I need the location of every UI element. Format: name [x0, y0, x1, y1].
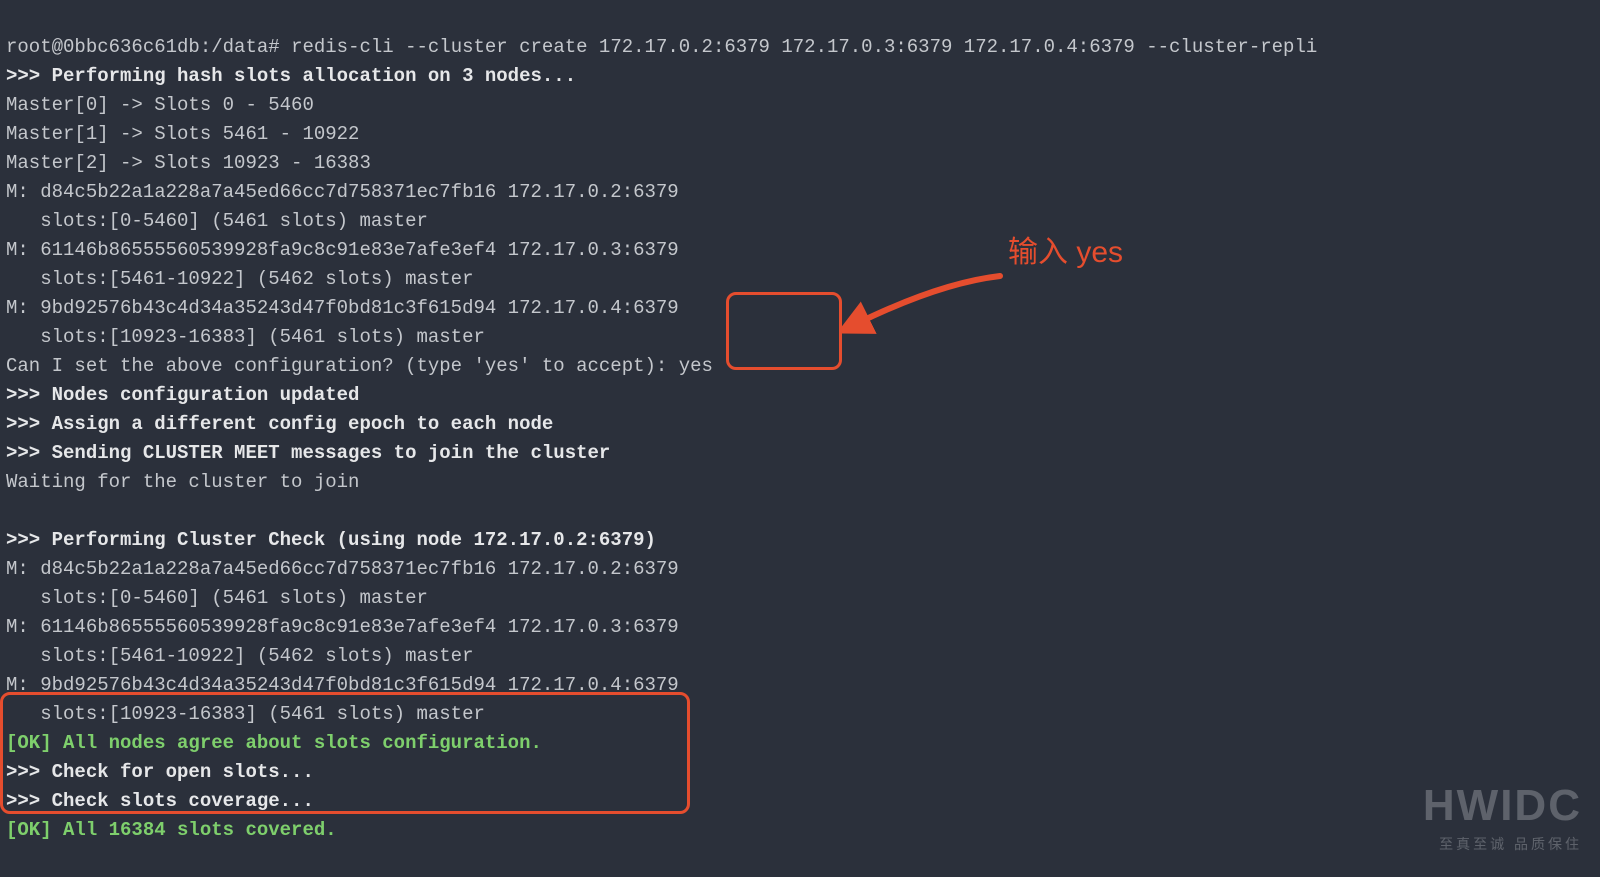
master-1: Master[1] -> Slots 5461 - 10922 [6, 123, 359, 145]
c1-node: M: d84c5b22a1a228a7a45ed66cc7d758371ec7f… [6, 558, 679, 580]
assign-epoch: >>> Assign a different config epoch to e… [6, 413, 553, 435]
master-0: Master[0] -> Slots 0 - 5460 [6, 94, 314, 116]
watermark-tagline: 至真至诚 品质保住 [1423, 830, 1582, 859]
c2-node: M: 61146b86555560539928fa9c8c91e83e7afe3… [6, 616, 679, 638]
prompt-cwd: /data [211, 36, 268, 58]
terminal[interactable]: root@0bbc636c61db:/data# redis-cli --clu… [6, 4, 1317, 845]
m2-slots: slots:[5461-10922] (5462 slots) master [6, 268, 473, 290]
m1-node: M: d84c5b22a1a228a7a45ed66cc7d758371ec7f… [6, 181, 679, 203]
prompt-line[interactable]: root@0bbc636c61db:/data# redis-cli --clu… [6, 36, 1317, 58]
c2-slots: slots:[5461-10922] (5462 slots) master [6, 645, 473, 667]
ok-agree: [OK] All nodes agree about slots configu… [6, 732, 542, 754]
master-2: Master[2] -> Slots 10923 - 16383 [6, 152, 371, 174]
command-text: redis-cli --cluster create 172.17.0.2:63… [291, 36, 1317, 58]
confirm-prompt: Can I set the above configuration? (type… [6, 355, 679, 377]
confirm-line[interactable]: Can I set the above configuration? (type… [6, 355, 713, 377]
c1-slots: slots:[0-5460] (5461 slots) master [6, 587, 428, 609]
m3-slots: slots:[10923-16383] (5461 slots) master [6, 326, 485, 348]
prompt-user-host: root@0bbc636c61db [6, 36, 200, 58]
ok-covered: [OK] All 16384 slots covered. [6, 819, 337, 841]
confirm-input: yes [679, 355, 713, 377]
check-open-slots: >>> Check for open slots... [6, 761, 314, 783]
c3-slots: slots:[10923-16383] (5461 slots) master [6, 703, 485, 725]
waiting: Waiting for the cluster to join [6, 471, 359, 493]
m1-slots: slots:[0-5460] (5461 slots) master [6, 210, 428, 232]
watermark-brand: HWIDC [1423, 784, 1582, 828]
send-meet: >>> Sending CLUSTER MEET messages to joi… [6, 442, 610, 464]
m3-node: M: 9bd92576b43c4d34a35243d47f0bd81c3f615… [6, 297, 679, 319]
check-header: >>> Performing Cluster Check (using node… [6, 529, 656, 551]
m2-node: M: 61146b86555560539928fa9c8c91e83e7afe3… [6, 239, 679, 261]
alloc-header: >>> Performing hash slots allocation on … [6, 65, 576, 87]
check-coverage: >>> Check slots coverage... [6, 790, 314, 812]
c3-node: M: 9bd92576b43c4d34a35243d47f0bd81c3f615… [6, 674, 679, 696]
annotation-label: 输入 yes [1008, 238, 1123, 267]
nodes-updated: >>> Nodes configuration updated [6, 384, 359, 406]
watermark: HWIDC 至真至诚 品质保住 [1423, 784, 1582, 859]
